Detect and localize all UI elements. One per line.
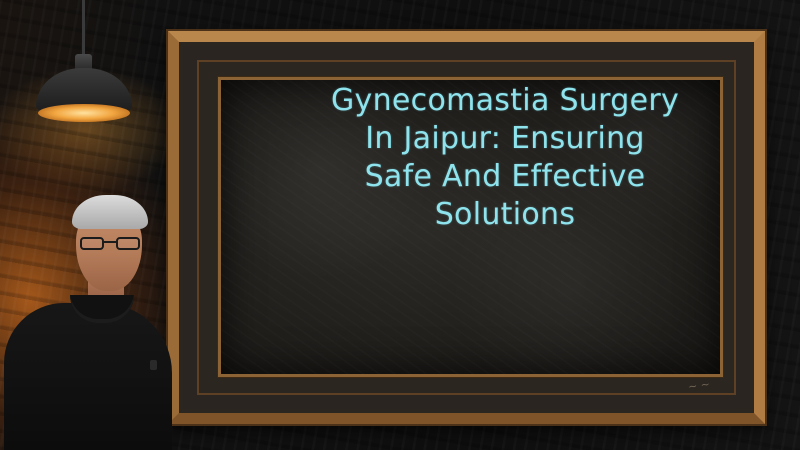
lamp-glow (38, 104, 130, 122)
black-polo-shirt (4, 303, 172, 450)
headline-line-3: Safe And Effective (364, 159, 646, 194)
person (0, 195, 175, 450)
left-lens (80, 237, 104, 250)
grey-hair (72, 195, 148, 229)
scene: Gynecomastia Surgery In Jaipur: Ensuring… (0, 0, 800, 450)
lamp-cord (82, 0, 85, 58)
eyeglasses-icon (80, 237, 140, 251)
headline-line-1: Gynecomastia Surgery (330, 83, 680, 118)
shirt-emblem (150, 360, 157, 370)
right-lens (116, 237, 140, 250)
headline-line-2: In Jaipur: Ensuring (365, 121, 645, 156)
headline-line-4: Solutions (434, 197, 576, 232)
glasses-bridge (104, 241, 116, 243)
headline: Gynecomastia Surgery In Jaipur: Ensuring… (290, 82, 720, 234)
